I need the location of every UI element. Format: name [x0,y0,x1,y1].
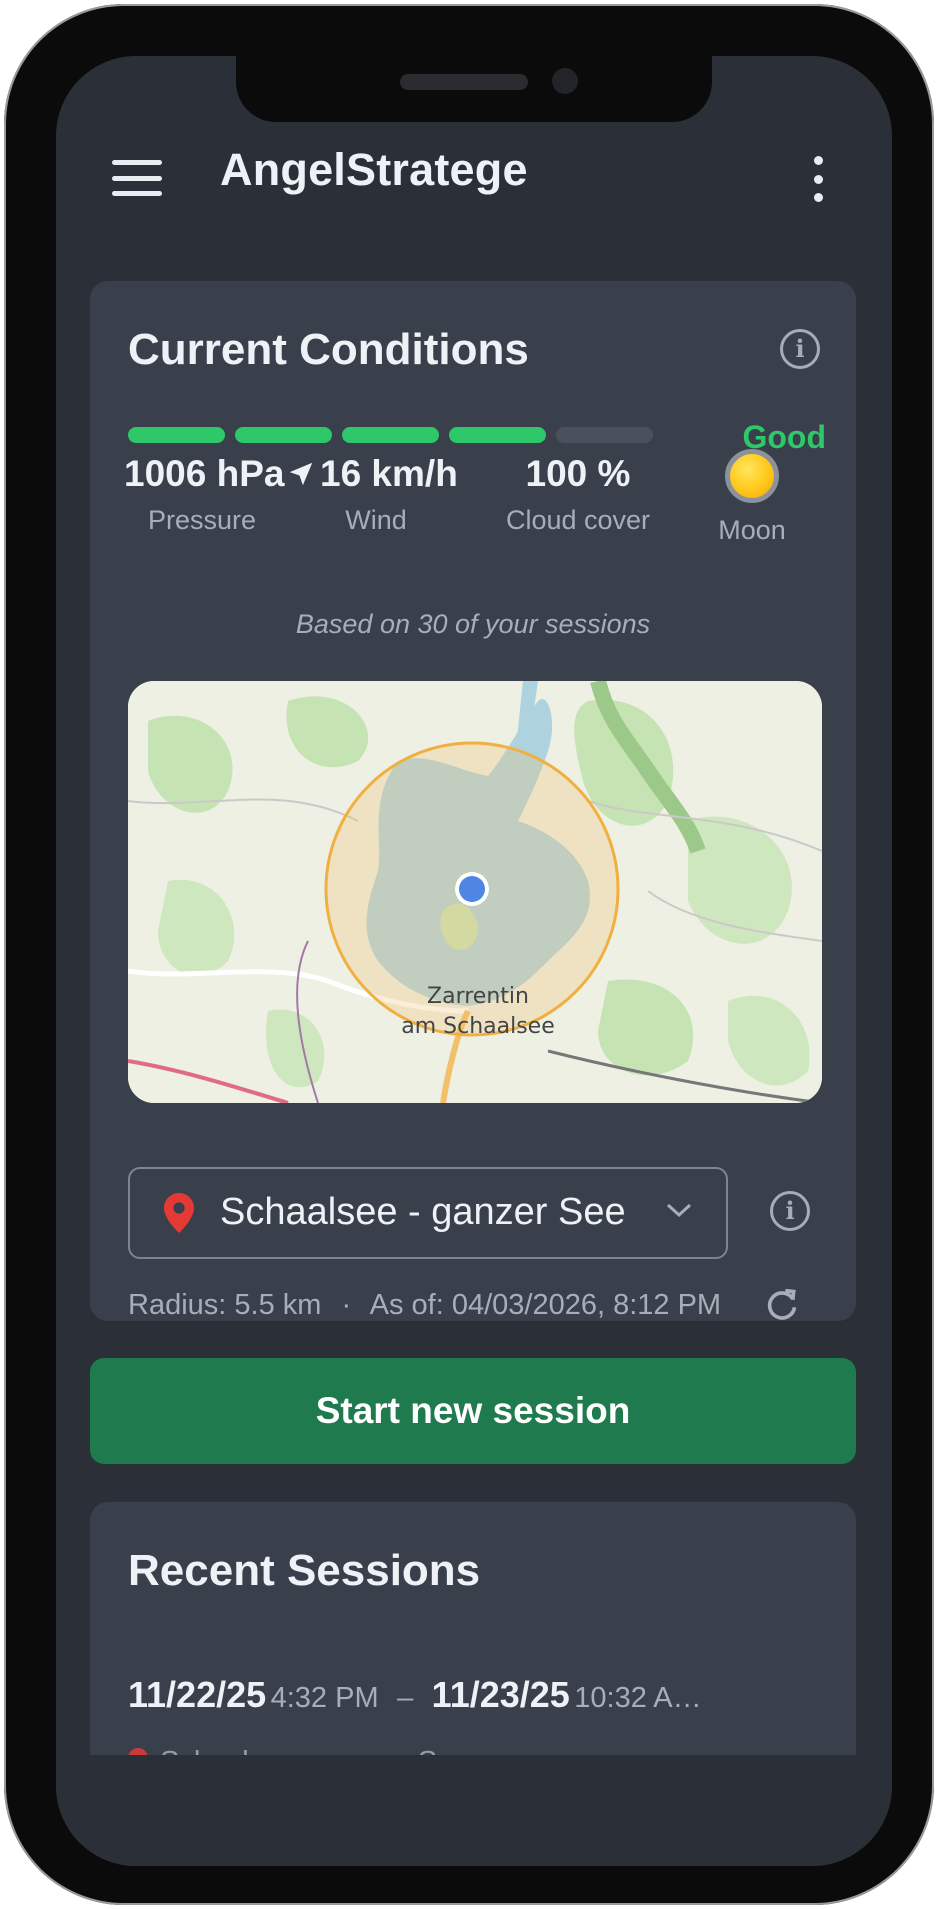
map-town-label-2: am Schaalsee [401,1014,555,1039]
rating-segment [128,427,225,443]
info-icon[interactable]: i [780,329,820,369]
location-selected-value: Schaalsee - ganzer See [220,1191,626,1233]
hamburger-menu-icon[interactable] [112,160,162,196]
rating-segment [449,427,546,443]
recent-sessions-title: Recent Sessions [128,1546,481,1595]
phone-notch [236,56,712,122]
moon-label: Moon [718,515,786,545]
phone-frame: AngelStratege Current Conditions i Good … [4,4,934,1905]
rating-segment [556,427,653,443]
location-pin-icon [164,1193,194,1233]
session-end-time: 10:32 A… [574,1682,702,1714]
wind-label: Wind [345,505,407,535]
bottom-nav-area [56,1755,892,1866]
session-start-time: 4:32 PM [270,1682,379,1714]
current-conditions-card: Current Conditions i Good 1006 hPa Press… [90,281,856,1321]
conditions-rating-bar [128,427,653,443]
location-dropdown[interactable]: Schaalsee - ganzer See [128,1167,728,1259]
session-end-date: 11/23/25 [431,1674,570,1715]
radius-text: Radius: 5.5 km [128,1289,322,1321]
session-list-item[interactable]: 11/22/25 4:32 PM – 11/23/25 10:32 A… [128,1674,702,1716]
rating-segment [235,427,332,443]
cloud-cover-label: Cloud cover [505,505,651,535]
session-dash: – [397,1682,414,1714]
app-screen: AngelStratege Current Conditions i Good … [56,56,892,1866]
wind-value-row: 16 km/h [286,453,458,495]
more-vertical-icon[interactable] [806,156,830,202]
pressure-value: 1006 hPa [124,453,285,494]
map-canvas: Zarrentin am Schaalsee [128,681,822,1103]
sessions-note: Based on 30 of your sessions [295,609,651,639]
moon-stat: Moon [690,449,814,546]
chevron-down-icon [666,1203,692,1218]
wind-value: 16 km/h [320,453,458,494]
start-new-session-button[interactable]: Start new session [90,1358,856,1464]
map-town-label-1: Zarrentin [427,984,529,1009]
pressure-stat: 1006 hPa Pressure [124,453,285,536]
as-of-text: As of: 04/03/2026, 8:12 PM [369,1289,722,1321]
front-camera [552,68,578,94]
moon-phase-icon [725,449,779,503]
wind-arrow-icon [289,462,313,486]
refresh-icon[interactable] [762,1284,802,1324]
wind-stat: 16 km/h Wind [286,453,458,536]
rating-segment [342,427,439,443]
pressure-label: Pressure [147,505,257,535]
location-map[interactable]: Zarrentin am Schaalsee [128,681,822,1103]
conditions-title: Current Conditions [128,325,529,374]
conditions-meta: Radius: 5.5 km · As of: 04/03/2026, 8:12… [128,1289,721,1322]
session-start-date: 11/22/25 [128,1674,267,1715]
app-title: AngelStratege [220,144,528,195]
cloud-cover-value: 100 % [525,453,631,494]
meta-separator: · [341,1289,352,1321]
cloud-cover-stat: 100 % Cloud cover [470,453,686,536]
speaker-grille [400,74,528,90]
location-info-icon[interactable]: i [770,1191,810,1231]
